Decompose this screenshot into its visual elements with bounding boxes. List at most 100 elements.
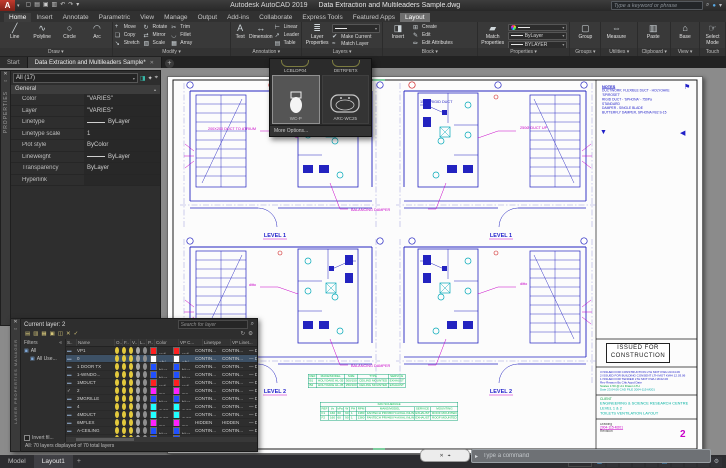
plot-icon[interactable]: ▥ [52,0,58,11]
vp-color[interactable]: blue [171,371,194,378]
vp-freeze-icon[interactable] [127,355,134,362]
ribbon-tab-home[interactable]: Home [4,13,32,22]
new-layer-icon[interactable]: ▣ [50,330,55,339]
layer-row-2mgrille[interactable]: ▬2MGRILLEblueblueCONTIN...CONTIN...— Def… [66,395,257,403]
layer-color[interactable]: whi... [148,355,171,362]
vp-color[interactable]: ma... [171,419,194,426]
vp-linetype[interactable]: HIDDEN [221,419,248,426]
set-current-icon[interactable]: ✓ [74,330,79,339]
lock-icon[interactable] [134,347,141,354]
button-move[interactable]: + Move [115,23,140,31]
button-stretch[interactable]: ↘ Stretch [115,39,140,47]
panel-label-utilities[interactable]: Utilities ▾ [601,48,638,56]
button-create[interactable]: ⊞ Create [413,24,475,31]
freeze-icon[interactable] [120,347,127,354]
ribbon-tab-featured-apps[interactable]: Featured Apps [348,13,400,22]
freeze-icon[interactable] [120,427,127,434]
button-make-current[interactable]: ✔ Make Current [332,33,380,41]
autohide-icon[interactable]: ⇔ [3,78,8,85]
on-icon[interactable] [113,403,120,410]
freeze-icon[interactable] [120,363,127,370]
button-group[interactable]: ▢ Group [572,23,598,47]
layer-search-input[interactable] [177,320,248,329]
settings-icon[interactable]: ⚙ [248,330,253,339]
on-icon[interactable] [113,379,120,386]
collapse-icon[interactable]: « [59,340,62,346]
button-copy[interactable]: ❏ Copy [115,31,140,39]
lineweight[interactable]: — Defa... [248,363,257,370]
layer-row-1mduct[interactable]: ▬1MDUCTredredCONTIN...CONTIN...— Defa...… [66,379,257,387]
vp-color[interactable]: blue [171,363,194,370]
property-row-transparency[interactable]: Transparency ByLayer [11,163,160,175]
button-fillet[interactable]: ◡ Fillet [171,31,192,39]
button-table[interactable]: ▤ Table [275,40,300,47]
lineweight[interactable]: — Defa... [248,379,257,386]
panel-label-properties[interactable]: Properties ▾ [477,48,570,56]
selection-filter-dropdown[interactable]: All (17) ▾ [13,73,138,83]
panel-label-annotation[interactable]: Annotation ▾ [231,48,302,56]
freeze-icon[interactable] [120,395,127,402]
select-objects-icon[interactable]: ⌖ [155,75,158,82]
panel-label-touch[interactable]: Touch [700,48,726,56]
freeze-icon[interactable] [120,387,127,394]
column-l-[interactable]: L.. [139,339,147,346]
layer-row-0[interactable]: ▬0whi...whi...CONTIN...CONTIN...— Defa..… [66,355,257,363]
sign-in-icon[interactable]: ● [712,3,716,9]
column-vp-linet-[interactable]: VP Linet... [231,339,257,346]
new-drawing-tab-button[interactable]: + [164,59,174,68]
autohide-icon[interactable]: ⇔ [13,326,18,333]
column-vp-c-[interactable]: VP C... [179,339,203,346]
layer-row-4[interactable]: ▬4cyancyanCONTIN...CONTIN...— Defa...De [66,403,257,411]
button-scale[interactable]: ▧ Scale [144,39,168,47]
button-base[interactable]: ⌂ Base [673,23,697,47]
vp-freeze-icon[interactable] [127,395,134,402]
panel-label-layers[interactable]: Layers ▾ [302,48,382,56]
button-polyline[interactable]: ∿ Polyline [29,23,54,47]
lock-icon[interactable] [134,395,141,402]
button-trim[interactable]: ✂ Trim [171,23,192,31]
property-row-linetype[interactable]: Linetype ByLayer [11,117,160,129]
ribbon-tab-express-tools[interactable]: Express Tools [297,13,347,22]
vp-color[interactable]: blue [171,395,194,402]
ribbon-tab-insert[interactable]: Insert [31,13,57,22]
button-match-layer[interactable]: ≈ Match Layer [332,41,380,47]
panel-label-modify[interactable]: Modify ▾ [112,48,231,56]
button-circle[interactable]: ○ Circle [57,23,82,47]
freeze-icon[interactable] [120,371,127,378]
property-row-hyperlink[interactable]: Hyperlink [11,174,160,186]
button-text[interactable]: A Text [233,23,247,47]
ribbon-tab-annotate[interactable]: Annotate [58,13,94,22]
button-select-mode[interactable]: ☞ Select Mode [702,23,723,47]
open-icon[interactable]: ▤ [34,0,40,11]
layer-states-icon[interactable]: ▦ [41,330,46,339]
delete-layer-icon[interactable]: ✕ [66,330,71,339]
close-icon[interactable]: ✕ [3,71,7,78]
property-row-linetype-scale[interactable]: Linetype scale 1 [11,128,160,140]
more-options-button[interactable]: More Options... [270,125,371,136]
vp-linetype[interactable]: CONTIN... [221,387,248,394]
column-f-[interactable]: F.. [123,339,131,346]
ribbon-tab-parametric[interactable]: Parametric [94,13,135,22]
customize-icon[interactable]: ⚙ [711,456,722,467]
linetype[interactable]: CONTIN... [194,347,221,354]
help-search-input[interactable] [610,1,703,10]
redo-icon[interactable]: ↷ [68,0,73,11]
linetype[interactable]: CONTIN... [194,411,221,418]
plot-icon[interactable] [141,411,148,418]
vp-color[interactable]: ma... [171,387,194,394]
ribbon-tab-view[interactable]: View [135,13,159,22]
model-tab[interactable]: Model [0,455,34,468]
on-icon[interactable] [113,347,120,354]
vp-freeze-icon[interactable] [127,371,134,378]
button-arc[interactable]: ◠ Arc [84,23,109,47]
freeze-icon[interactable] [120,379,127,386]
vp-freeze-icon[interactable] [127,387,134,394]
panel-label-draw[interactable]: Draw ▾ [0,48,112,56]
column-o-[interactable]: O.. [115,339,123,346]
button-layer-properties[interactable]: ≣ Layer Properties [304,23,330,47]
button-leader[interactable]: ↗ Leader [275,32,300,39]
vp-color[interactable]: blue [171,427,194,434]
new-group-filter-icon[interactable]: ▥ [33,330,38,339]
save-icon[interactable]: ▣ [43,0,49,11]
vp-linetype[interactable]: CONTIN... [221,355,248,362]
